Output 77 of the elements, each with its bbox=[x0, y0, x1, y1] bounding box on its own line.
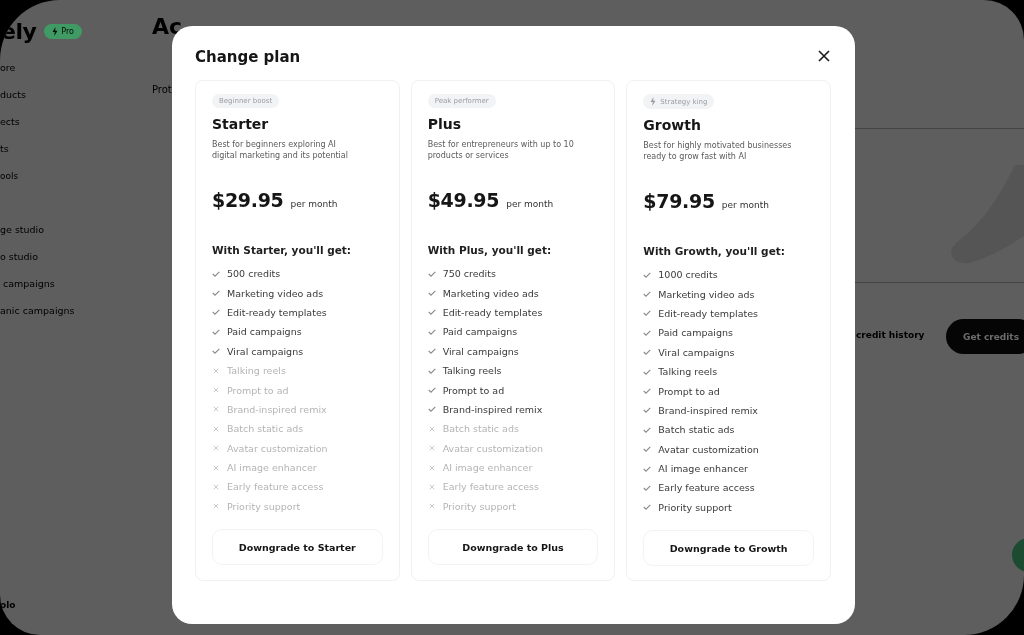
plan-name: Plus bbox=[427, 116, 462, 132]
feature-label: Priority support bbox=[227, 500, 301, 512]
features-heading: With Plus, you'll get: bbox=[427, 244, 553, 256]
price-period: per month bbox=[721, 200, 769, 210]
feature-label: Early feature access bbox=[442, 481, 539, 493]
feature-label: Viral campaigns bbox=[442, 345, 519, 357]
account-name: olo bbox=[0, 600, 16, 610]
sidebar-item[interactable]: ge studio bbox=[0, 223, 150, 250]
plan-description: Best for beginners exploring AI digital marketing and its potential bbox=[212, 139, 349, 162]
close-icon bbox=[818, 50, 830, 62]
plan-description: Best for highly motivated businesses ready to grow fast with AI bbox=[643, 140, 793, 163]
sidebar-item[interactable]: ore bbox=[0, 61, 150, 88]
feature-label: Early feature access bbox=[658, 482, 755, 494]
feature-label: Priority support bbox=[658, 501, 732, 513]
bolt-icon bbox=[650, 97, 657, 106]
feature-label: Prompt to ad bbox=[227, 384, 289, 396]
pro-badge: Pro bbox=[44, 23, 82, 39]
feature-label: Early feature access bbox=[227, 481, 324, 493]
downgrade-button[interactable]: Downgrade to Plus bbox=[427, 529, 599, 566]
sidebar-item[interactable]: campaigns bbox=[0, 277, 150, 304]
feature-label: Priority support bbox=[442, 500, 516, 512]
credit-history-link[interactable]: credit history bbox=[856, 330, 925, 340]
feature-label: Batch static ads bbox=[227, 423, 304, 435]
feature-label: 750 credits bbox=[442, 268, 496, 280]
get-credits-button[interactable]: Get credits bbox=[946, 319, 1024, 354]
feature-label: Paid campaigns bbox=[227, 326, 302, 338]
feature-label: AI image enhancer bbox=[442, 462, 533, 474]
price-period: per month bbox=[290, 199, 338, 209]
feature-label: 500 credits bbox=[227, 268, 281, 280]
feature-label: AI image enhancer bbox=[658, 463, 748, 475]
feature-label: Edit-ready templates bbox=[227, 306, 327, 318]
feature-label: AI image enhancer bbox=[227, 462, 317, 474]
feature-label: 1000 credits bbox=[658, 269, 718, 281]
feature-label: Avatar customization bbox=[442, 442, 544, 454]
feature-label: Edit-ready templates bbox=[658, 307, 759, 319]
feature-label: Paid campaigns bbox=[658, 327, 733, 339]
features-heading: With Growth, you'll get: bbox=[643, 245, 786, 257]
feature-label: Talking reels bbox=[442, 365, 502, 377]
sidebar-item[interactable]: ects bbox=[0, 115, 150, 142]
feature-label: Marketing video ads bbox=[658, 288, 755, 300]
features-heading: With Starter, you'll get: bbox=[212, 244, 353, 256]
plan-description: Best for entrepreneurs with up to 10 products or services bbox=[427, 139, 575, 162]
downgrade-button[interactable]: Downgrade to Starter bbox=[212, 529, 383, 566]
price-period: per month bbox=[506, 199, 554, 209]
feature-label: Talking reels bbox=[658, 366, 718, 378]
feature-label: Brand-inspired remix bbox=[227, 403, 327, 415]
plan-price: $79.95 bbox=[643, 190, 715, 212]
feature-label: Prompt to ad bbox=[658, 385, 720, 397]
modal-title: Change plan bbox=[195, 48, 301, 66]
sidebar-item[interactable]: o studio bbox=[0, 250, 150, 277]
feature-label: Talking reels bbox=[227, 365, 286, 377]
feature-label: Marketing video ads bbox=[442, 287, 539, 299]
feature-label: Avatar customization bbox=[227, 442, 328, 454]
sidebar-item[interactable]: ducts bbox=[0, 88, 150, 115]
feature-label: Prompt to ad bbox=[442, 384, 505, 396]
plan-name: Starter bbox=[212, 116, 270, 132]
downgrade-button[interactable]: Downgrade to Growth bbox=[643, 530, 814, 567]
feature-label: Viral campaigns bbox=[658, 346, 735, 358]
feature-label: Viral campaigns bbox=[227, 345, 304, 357]
close-button[interactable] bbox=[817, 50, 831, 64]
sidebar-item[interactable]: anic campaigns bbox=[0, 304, 150, 331]
sidebar-item[interactable]: ts bbox=[0, 142, 150, 169]
feature-label: Edit-ready templates bbox=[442, 306, 543, 318]
feature-label: Marketing video ads bbox=[227, 287, 324, 299]
plan-name: Growth bbox=[643, 117, 702, 133]
page-heading: Ac bbox=[152, 14, 183, 39]
plan-price: $29.95 bbox=[212, 189, 284, 211]
feature-label: Batch static ads bbox=[658, 424, 735, 436]
plan-price: $49.95 bbox=[427, 189, 500, 211]
bolt-icon bbox=[52, 26, 59, 36]
feature-label: Paid campaigns bbox=[442, 326, 518, 338]
feature-label: Brand-inspired remix bbox=[658, 404, 758, 416]
feature-label: Avatar customization bbox=[658, 443, 759, 455]
feature-label: Batch static ads bbox=[442, 423, 519, 435]
sidebar-section-label: ools bbox=[0, 170, 20, 183]
tab[interactable]: Prot bbox=[152, 84, 172, 95]
feature-label: Brand-inspired remix bbox=[442, 403, 543, 415]
